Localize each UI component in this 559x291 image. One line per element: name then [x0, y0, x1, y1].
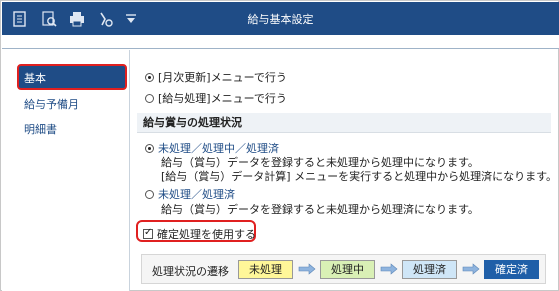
sidebar-item-reserve-month[interactable]: 給与予備月	[24, 96, 79, 112]
status-flow: 処理状況の遷移 未処理 処理中 処理済 確定済	[141, 254, 546, 284]
option-description: [給与（賞与）データ計算] メニューを実行すると処理中から処理済になります。	[161, 170, 557, 183]
arrow-right-icon	[380, 263, 398, 275]
radio-two-state[interactable]: 未処理／処理済	[145, 186, 235, 202]
section-heading: 給与賞与の処理状況	[137, 113, 551, 133]
sidebar: 基本 給与予備月 明細書	[2, 50, 130, 291]
radio-payroll-process[interactable]: [給与処理]メニューで行う	[145, 90, 287, 106]
radio-indicator[interactable]	[145, 189, 154, 199]
window-title: 給与基本設定	[247, 13, 314, 26]
sidebar-item-statement[interactable]: 明細書	[24, 121, 57, 137]
flow-step-confirmed: 確定済	[484, 260, 539, 279]
radio-monthly-update[interactable]: [月次更新]メニューで行う	[145, 69, 287, 85]
radio-label: [給与処理]メニューで行う	[158, 92, 287, 105]
radio-label: [月次更新]メニューで行う	[158, 71, 287, 84]
checkbox-box[interactable]	[143, 227, 153, 239]
radio-label: 未処理／処理済	[158, 188, 235, 201]
arrow-right-icon	[298, 263, 316, 275]
radio-selected-indicator[interactable]	[145, 72, 154, 82]
checkbox-label: 確定処理を使用する	[157, 228, 256, 241]
settings-window: 給与基本設定 基本 給与予備月 明細書 [月次更新]メニューで行う [給与処理]…	[0, 0, 559, 291]
flow-step-unprocessed: 未処理	[238, 260, 293, 279]
flow-step-processed: 処理済	[402, 260, 457, 279]
radio-indicator[interactable]	[145, 93, 154, 103]
flow-step-processing: 処理中	[320, 260, 375, 279]
sidebar-item-basic[interactable]: 基本	[24, 70, 46, 86]
arrow-right-icon	[462, 263, 480, 275]
flow-label: 処理状況の遷移	[152, 265, 229, 278]
title-bar: 給与基本設定	[2, 2, 559, 35]
toolbar-strip	[2, 35, 559, 49]
confirm-checkbox[interactable]: 確定処理を使用する	[143, 226, 256, 242]
main-panel: [月次更新]メニューで行う [給与処理]メニューで行う 給与賞与の処理状況 未処…	[131, 50, 559, 291]
radio-selected-indicator[interactable]	[145, 143, 154, 153]
option-description: 給与（賞与）データを登録すると未処理から処理済になります。	[161, 203, 479, 216]
